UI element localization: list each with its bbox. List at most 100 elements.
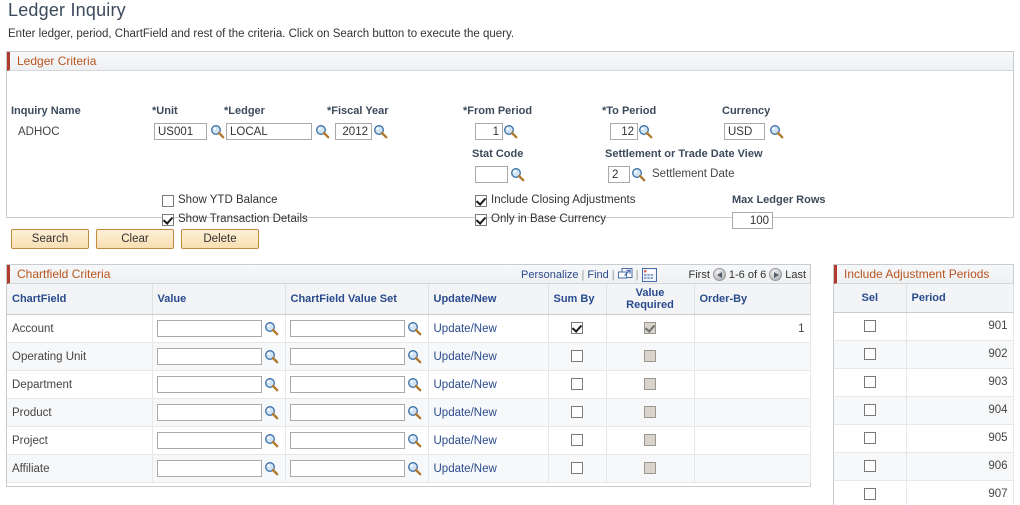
cell-sel [834,424,906,452]
value-lookup-icon[interactable] [264,349,279,364]
fiscal-year-lookup-icon[interactable] [373,124,388,139]
chartfield-value-set-input[interactable] [290,404,405,421]
period-select-checkbox[interactable] [864,348,876,360]
chartfield-value-set-input[interactable] [290,376,405,393]
column-header-sum-by[interactable]: Sum By [548,284,606,315]
stat-code-lookup-icon[interactable] [510,167,525,182]
value-lookup-icon[interactable] [264,405,279,420]
table-row: 906 [834,452,1013,480]
to-period-lookup-icon[interactable] [638,124,653,139]
chartfield-value-set-lookup-icon[interactable] [407,321,422,336]
first-page-link[interactable]: First [689,269,710,281]
chartfield-value-set-input[interactable] [290,348,405,365]
period-select-checkbox[interactable] [864,432,876,444]
fiscal-year-input[interactable] [335,123,372,140]
include-closing-adjustments-checkbox[interactable] [475,195,487,207]
update-new-link[interactable]: Update/New [434,463,497,475]
column-header-value-required[interactable]: Value Required [606,284,694,315]
last-page-link[interactable]: Last [785,269,806,281]
column-header-value[interactable]: Value [152,284,285,315]
value-lookup-icon[interactable] [264,461,279,476]
value-required-checkbox [644,378,656,390]
download-to-excel-icon[interactable] [618,268,633,282]
to-period-input[interactable] [610,123,638,140]
inquiry-name-value: ADHOC [18,126,60,138]
currency-input[interactable] [724,123,765,140]
sum-by-checkbox[interactable] [571,434,583,446]
stat-code-input[interactable] [475,166,508,183]
unit-lookup-icon[interactable] [210,124,225,139]
personalize-link[interactable]: Personalize [521,269,578,281]
update-new-link[interactable]: Update/New [434,379,497,391]
chartfield-value-set-lookup-icon[interactable] [407,349,422,364]
column-header-order-by[interactable]: Order-By [694,284,810,315]
table-row: 903 [834,368,1013,396]
include-closing-adjustments-label: Include Closing Adjustments [491,194,635,206]
show-transaction-details-checkbox[interactable] [162,214,174,226]
sum-by-checkbox[interactable] [571,322,583,334]
period-select-checkbox[interactable] [864,488,876,500]
settlement-view-input[interactable] [608,166,630,183]
period-select-checkbox[interactable] [864,404,876,416]
period-select-checkbox[interactable] [864,460,876,472]
chartfield-value-set-input[interactable] [290,320,405,337]
ledger-input[interactable] [226,123,312,140]
show-ytd-balance-checkbox[interactable] [162,195,174,207]
currency-lookup-icon[interactable] [769,124,784,139]
value-lookup-icon[interactable] [264,433,279,448]
value-lookup-icon[interactable] [264,321,279,336]
column-header-chartfield[interactable]: ChartField [7,284,152,315]
sum-by-checkbox[interactable] [571,462,583,474]
max-ledger-rows-input[interactable] [732,212,773,229]
delete-button[interactable]: Delete [181,229,259,249]
settlement-view-lookup-icon[interactable] [631,167,646,182]
value-input[interactable] [157,432,262,449]
chartfield-value-set-lookup-icon[interactable] [407,377,422,392]
column-header-period[interactable]: Period [906,284,1013,312]
next-page-icon[interactable] [769,268,782,281]
cell-chartfield: Product [7,399,152,427]
ledger-label: *Ledger [224,105,265,117]
update-new-link[interactable]: Update/New [434,323,497,335]
value-input[interactable] [157,376,262,393]
sum-by-checkbox[interactable] [571,350,583,362]
value-lookup-icon[interactable] [264,377,279,392]
only-in-base-currency-label: Only in Base Currency [491,213,606,225]
column-header-chartfield-value-set[interactable]: ChartField Value Set [285,284,428,315]
sum-by-checkbox[interactable] [571,378,583,390]
chartfield-value-set-lookup-icon[interactable] [407,433,422,448]
only-in-base-currency-checkbox[interactable] [475,214,487,226]
previous-page-icon[interactable] [713,268,726,281]
period-select-checkbox[interactable] [864,320,876,332]
unit-label: *Unit [152,105,178,117]
view-grid-icon[interactable] [642,268,657,282]
from-period-lookup-icon[interactable] [503,124,518,139]
adjustment-periods-header-label: Include Adjustment Periods [844,267,989,281]
ledger-lookup-icon[interactable] [315,124,330,139]
cell-value-required [606,455,694,483]
unit-input[interactable] [154,123,207,140]
clear-button[interactable]: Clear [96,229,174,249]
value-input[interactable] [157,460,262,477]
toolbar-separator-3: | [636,269,639,281]
value-input[interactable] [157,348,262,365]
value-input[interactable] [157,404,262,421]
chartfield-value-set-lookup-icon[interactable] [407,405,422,420]
chartfield-value-set-input[interactable] [290,460,405,477]
update-new-link[interactable]: Update/New [434,435,497,447]
search-button[interactable]: Search [11,229,89,249]
update-new-link[interactable]: Update/New [434,351,497,363]
cell-period: 902 [906,340,1013,368]
column-header-sel[interactable]: Sel [834,284,906,312]
update-new-link[interactable]: Update/New [434,407,497,419]
sum-by-checkbox[interactable] [571,406,583,418]
chartfield-value-set-lookup-icon[interactable] [407,461,422,476]
period-select-checkbox[interactable] [864,376,876,388]
from-period-label: *From Period [463,105,532,117]
column-header-update-new[interactable]: Update/New [428,284,548,315]
value-input[interactable] [157,320,262,337]
value-required-checkbox [644,462,656,474]
from-period-input[interactable] [475,123,503,140]
chartfield-value-set-input[interactable] [290,432,405,449]
find-link[interactable]: Find [587,269,608,281]
